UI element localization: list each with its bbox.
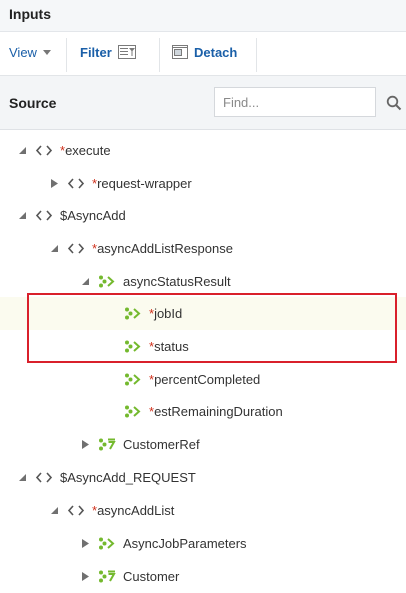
tree-row-asyncadd-request[interactable]: $AsyncAdd_REQUEST [0,461,406,494]
filter-button[interactable]: Filter [80,45,137,60]
view-label: View [9,45,37,60]
collapsed-triangle-icon[interactable] [50,179,59,188]
tree-item-label: *asyncAddList [92,503,175,518]
tree-row-asyncstatusresult[interactable]: asyncStatusResult [0,265,406,298]
tree-row-customerref[interactable]: CustomerRef [0,428,406,461]
tree-item-label: *execute [60,143,111,158]
toolbar: View Filter Detach [0,32,406,76]
tree-item-label: *jobId [149,306,183,321]
tree-row-request-wrapper[interactable]: *request-wrapper [0,167,406,200]
filter-label: Filter [80,45,112,60]
toolbar-separator [66,38,67,72]
expanded-triangle-icon[interactable] [18,211,27,220]
detach-button[interactable]: Detach [172,45,237,60]
source-label: Source [9,95,57,111]
toolbar-separator [159,38,160,72]
complex-type-icon [99,537,115,550]
complex-type-icon [125,373,141,386]
find-input[interactable] [214,87,376,117]
expanded-triangle-icon[interactable] [18,146,27,155]
source-header: Source [0,76,406,130]
toolbar-separator [256,38,257,72]
view-menu-button[interactable]: View [9,45,51,60]
element-icon [67,243,85,254]
tree-item-label: Customer [123,569,180,584]
detach-icon [172,45,188,59]
element-icon [35,472,53,483]
expanded-triangle-icon[interactable] [50,506,59,515]
element-icon [67,178,85,189]
tree-row-asyncaddlistresponse[interactable]: *asyncAddListResponse [0,232,406,265]
source-tree: *execute *request-wrapper $AsyncAdd *asy… [0,130,406,591]
chevron-down-icon [42,50,51,55]
tree-item-label: *percentCompleted [149,372,261,387]
tree-row-execute[interactable]: *execute [0,134,406,167]
tree-item-label: *asyncAddListResponse [92,241,233,256]
tree-item-label: *request-wrapper [92,176,192,191]
tree-item-label: CustomerRef [123,437,200,452]
tree-row-status[interactable]: *status [0,330,406,363]
tree-row-asyncaddlist[interactable]: *asyncAddList [0,494,406,527]
tree-row-asyncadd[interactable]: $AsyncAdd [0,199,406,232]
record-list-icon [99,438,116,451]
element-icon [35,145,53,156]
expanded-triangle-icon[interactable] [50,244,59,253]
tree-item-label: asyncStatusResult [123,274,231,289]
complex-type-icon [99,275,115,288]
complex-type-icon [125,405,141,418]
complex-type-icon [125,307,141,320]
complex-type-icon [125,340,141,353]
search-icon[interactable] [386,95,402,111]
collapsed-triangle-icon[interactable] [81,440,90,449]
tree-item-label: *estRemainingDuration [149,404,283,419]
tree-row-estremainingduration[interactable]: *estRemainingDuration [0,395,406,428]
tree-row-jobid[interactable]: *jobId [0,297,406,330]
tree-item-label: $AsyncAdd_REQUEST [60,470,196,485]
expanded-triangle-icon[interactable] [18,473,27,482]
panel-title: Inputs [9,6,51,22]
tree-row-customer[interactable]: Customer [0,560,406,593]
element-icon [35,210,53,221]
detach-label: Detach [194,45,238,60]
expanded-triangle-icon[interactable] [81,277,90,286]
collapsed-triangle-icon[interactable] [81,572,90,581]
filter-icon [118,45,137,59]
tree-row-asyncjobparameters[interactable]: AsyncJobParameters [0,527,406,560]
panel-header: Inputs [0,0,406,32]
record-list-icon [99,570,116,583]
tree-row-percentcompleted[interactable]: *percentCompleted [0,363,406,396]
element-icon [67,505,85,516]
collapsed-triangle-icon[interactable] [81,539,90,548]
tree-item-label: AsyncJobParameters [123,536,247,551]
tree-item-label: *status [149,339,189,354]
tree-item-label: $AsyncAdd [60,208,126,223]
